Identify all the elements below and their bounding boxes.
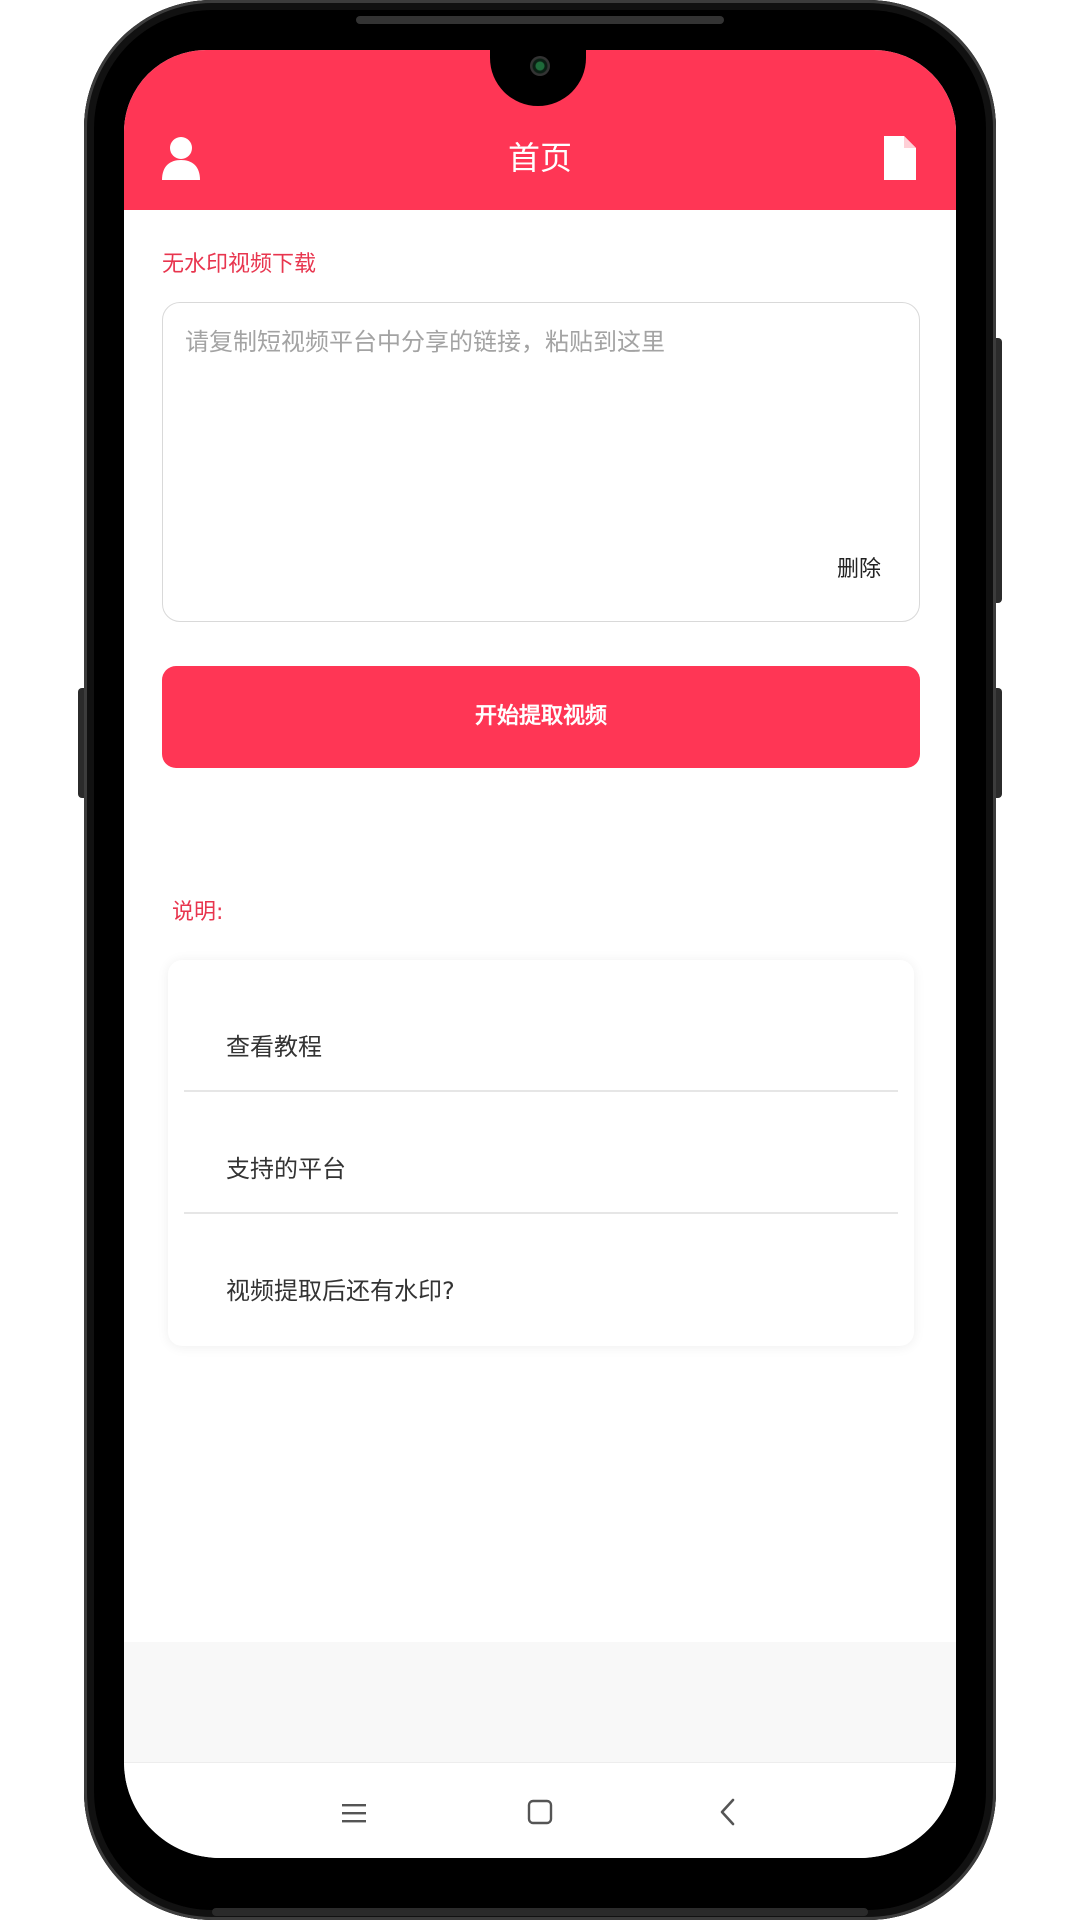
list-item-watermark-faq[interactable]: 视频提取后还有水印? <box>226 1274 455 1308</box>
page-title: 首页 <box>507 139 572 177</box>
download-section-title: 无水印视频下载 <box>162 252 317 277</box>
link-input-placeholder: 请复制短视频平台中分享的链接，粘贴到这里 <box>185 328 665 356</box>
document-icon[interactable] <box>884 136 916 180</box>
device-mockup: 首页 无水印视频下载 请复制短视频平台中分享的链接，粘贴到这里 删除 开始提取视… <box>0 0 1080 1920</box>
back-icon[interactable] <box>718 1797 736 1827</box>
delete-button[interactable]: 删除 <box>837 555 881 585</box>
menu-icon[interactable] <box>340 1801 368 1825</box>
notes-title: 说明: <box>172 900 224 925</box>
start-extract-button[interactable]: 开始提取视频 <box>162 666 920 768</box>
list-item-platforms[interactable]: 支持的平台 <box>226 1152 346 1186</box>
bottom-edge <box>212 1908 868 1916</box>
divider <box>184 1212 898 1214</box>
bottom-area <box>124 1642 956 1762</box>
link-input[interactable]: 请复制短视频平台中分享的链接，粘贴到这里 删除 <box>162 302 920 622</box>
phone-frame: 首页 无水印视频下载 请复制短视频平台中分享的链接，粘贴到这里 删除 开始提取视… <box>84 0 996 1920</box>
earpiece-speaker <box>356 16 724 24</box>
system-nav-bar <box>124 1762 956 1858</box>
front-camera-icon <box>530 56 550 76</box>
home-icon[interactable] <box>527 1799 553 1825</box>
list-item-tutorial[interactable]: 查看教程 <box>226 1030 322 1064</box>
divider <box>184 1090 898 1092</box>
app-screen: 首页 无水印视频下载 请复制短视频平台中分享的链接，粘贴到这里 删除 开始提取视… <box>124 50 956 1858</box>
notes-card: 查看教程 支持的平台 视频提取后还有水印? <box>168 960 914 1346</box>
